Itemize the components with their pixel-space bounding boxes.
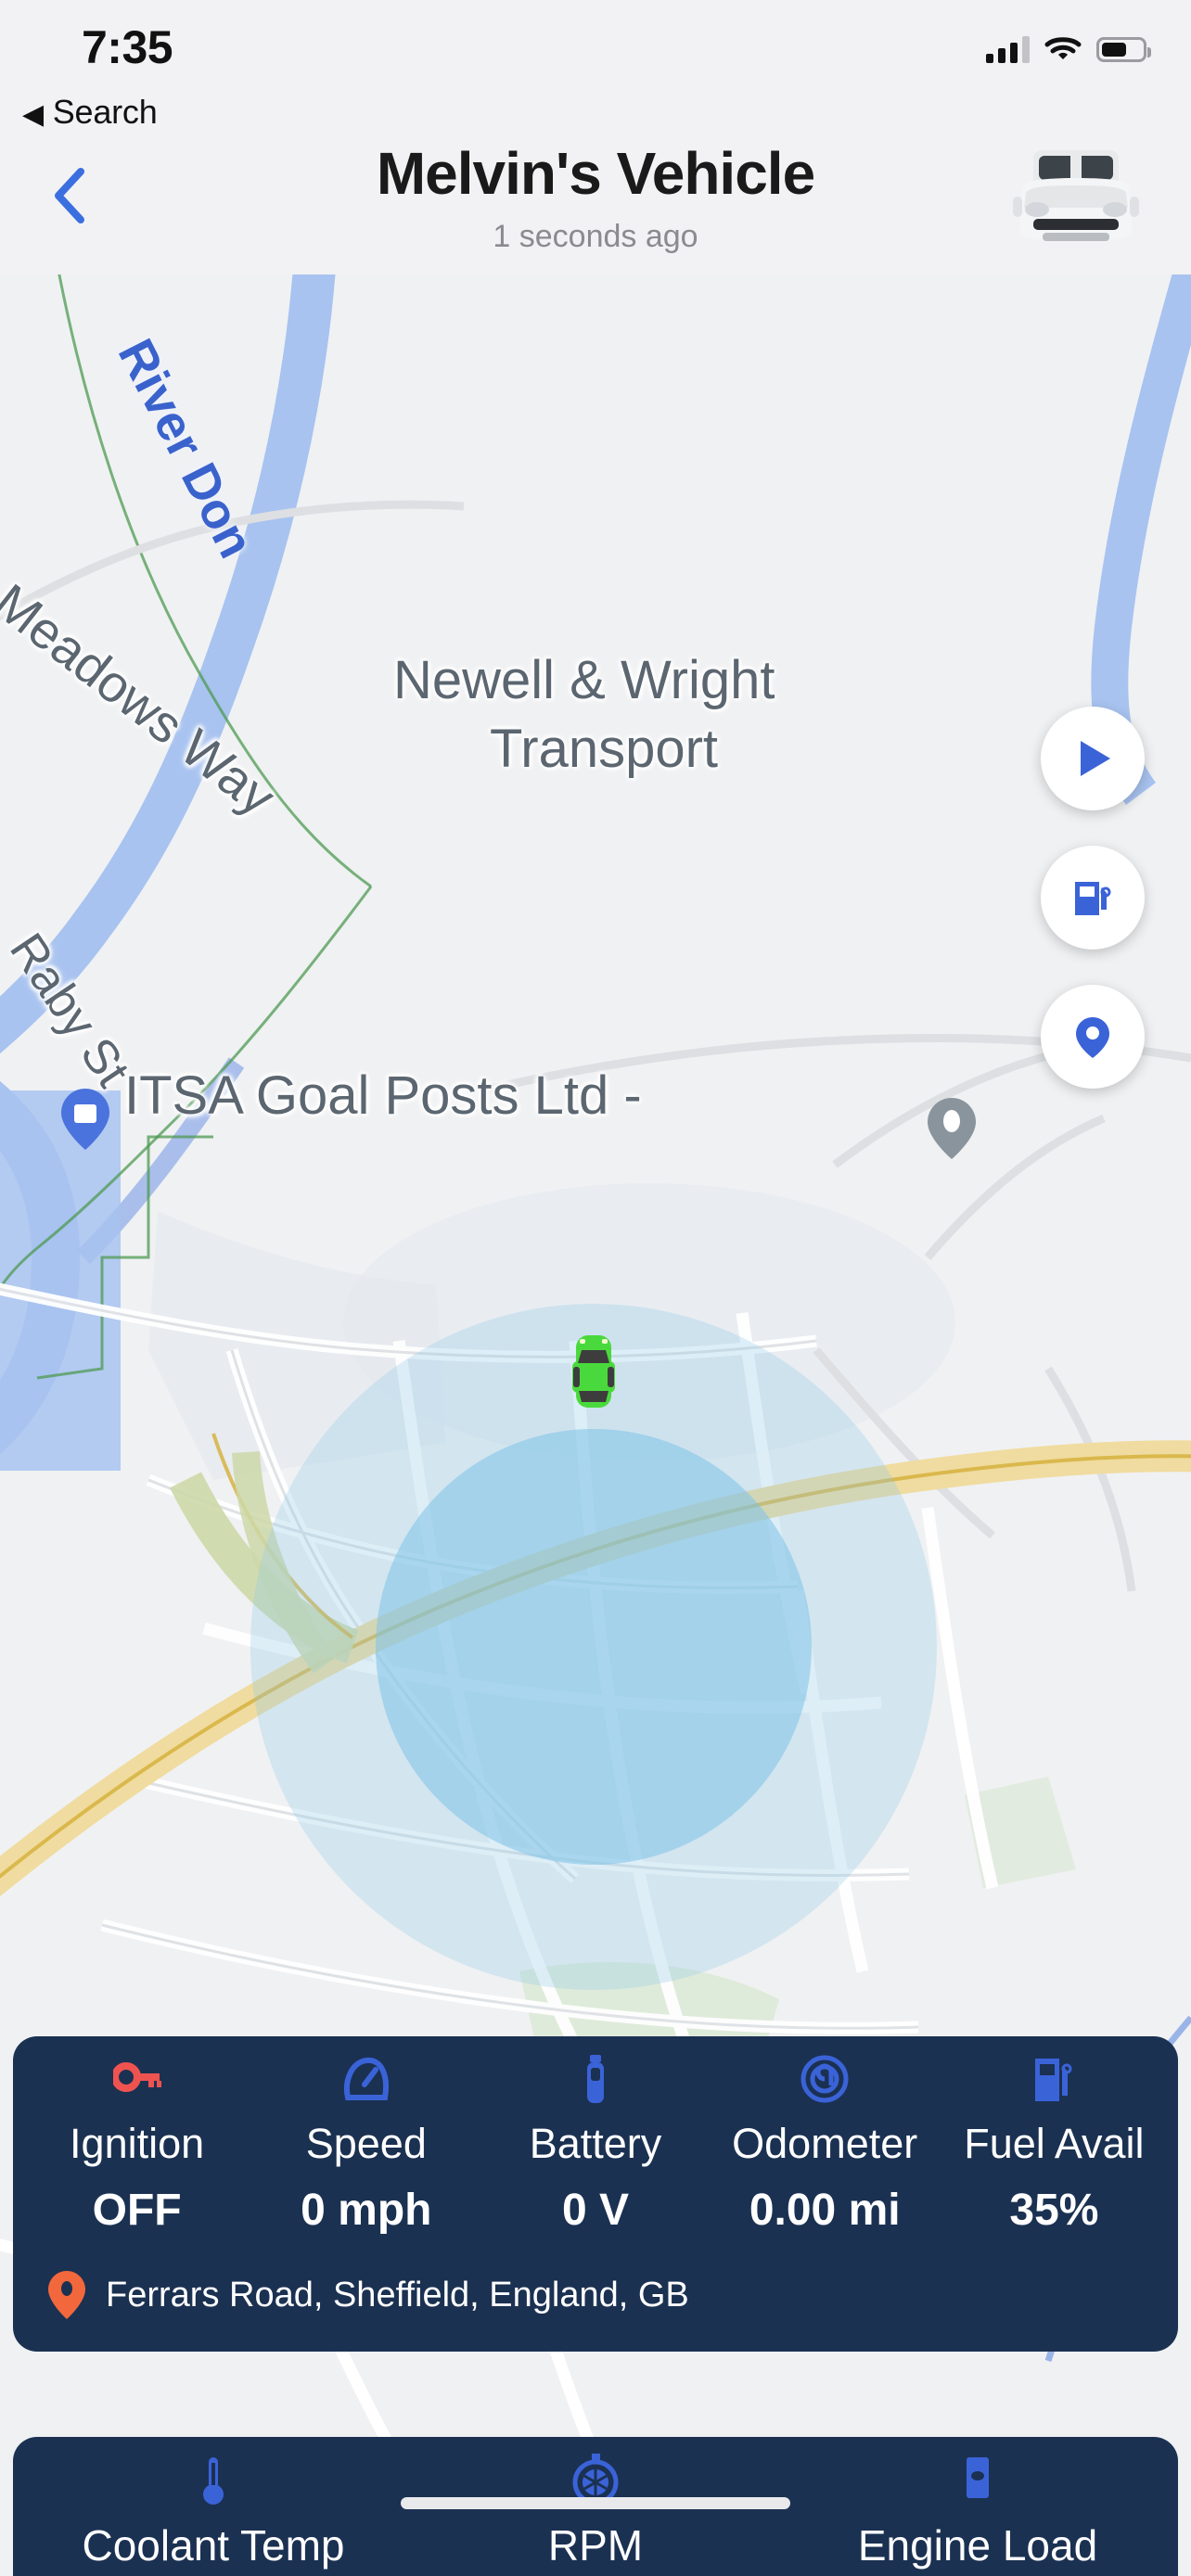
metric-value: 0 mph [301,2186,432,2235]
status-icons [986,35,1151,63]
map-pin-generic-icon[interactable] [928,1098,976,1159]
car-front-icon [1013,150,1139,241]
fuel-pump-icon [1075,882,1111,915]
map-pin-store-icon[interactable] [61,1089,109,1150]
map-label-transport: Transport [490,719,719,779]
play-replay-button[interactable] [1041,707,1145,810]
metric-ignition[interactable]: Ignition OFF [22,2036,251,2236]
rpm-gauge-icon [571,2437,620,2506]
vehicle-marker-green-car-icon[interactable] [550,1328,637,1415]
map-label-newell-wright: Newell & Wright [393,650,775,710]
speedometer-icon [342,2036,391,2105]
cellular-bars-icon [986,35,1030,63]
back-to-search-label: Search [52,93,158,131]
metric-value: 0 V [561,2186,630,2235]
metric-value: 0.00 mi [749,2186,901,2235]
metric-label: Speed [305,2120,427,2167]
metric-label: RPM [547,2521,644,2570]
map-action-buttons [1041,707,1145,1089]
play-icon [1081,741,1110,776]
map-label-itsa-goal-posts: ITSA Goal Posts Ltd - [124,1065,642,1126]
center-location-button[interactable] [1041,985,1145,1089]
triangle-left-icon: ◀ [22,99,44,130]
metric-engine-load[interactable]: Engine Load [787,2437,1169,2570]
fuel-stations-button[interactable] [1041,846,1145,950]
battery-icon [1096,36,1151,62]
metric-label: Fuel Avail [964,2120,1145,2167]
battery-icon [571,2036,620,2105]
status-bar: 7:35 [0,0,1191,109]
metric-battery[interactable]: Battery 0 V [480,2036,710,2236]
odometer-icon [800,2036,849,2105]
metric-fuel-avail[interactable]: Fuel Avail 35% [940,2036,1169,2236]
back-to-search-link[interactable]: ◀ Search [22,93,158,132]
map-pin-icon [1076,1017,1109,1058]
metric-value: 35% [1009,2186,1099,2235]
location-pin-icon [48,2271,85,2319]
wifi-icon [1044,37,1082,59]
metric-speed[interactable]: Speed 0 mph [251,2036,480,2236]
engine-load-icon [954,2437,1002,2506]
metric-label: Engine Load [857,2521,1098,2570]
address-text: Ferrars Road, Sheffield, England, GB [106,2275,689,2315]
vehicle-address-row[interactable]: Ferrars Road, Sheffield, England, GB [13,2236,1178,2319]
metric-label: Coolant Temp [82,2521,345,2570]
key-icon [112,2036,161,2105]
metric-odometer[interactable]: Odometer 0.00 mi [711,2036,940,2236]
metrics-row: Ignition OFF Speed 0 mph Battery 0 V Odo… [13,2036,1178,2236]
vehicle-thumbnail[interactable] [1005,141,1146,254]
metric-coolant-temp[interactable]: Coolant Temp [22,2437,404,2570]
app-screen: River Don rn Meadows Way Newell & Wright… [0,0,1191,2576]
thermometer-icon [189,2437,237,2506]
navigation-header: Melvin's Vehicle 1 seconds ago [0,109,1191,274]
metric-value: OFF [92,2186,182,2235]
metric-label: Odometer [732,2120,918,2167]
metric-label: Battery [529,2120,662,2167]
vehicle-stats-panel: Ignition OFF Speed 0 mph Battery 0 V Odo… [13,2036,1178,2352]
status-time: 7:35 [82,21,173,73]
fuel-pump-icon [1030,2036,1078,2105]
home-indicator [401,2497,790,2509]
metric-label: Ignition [70,2120,205,2167]
